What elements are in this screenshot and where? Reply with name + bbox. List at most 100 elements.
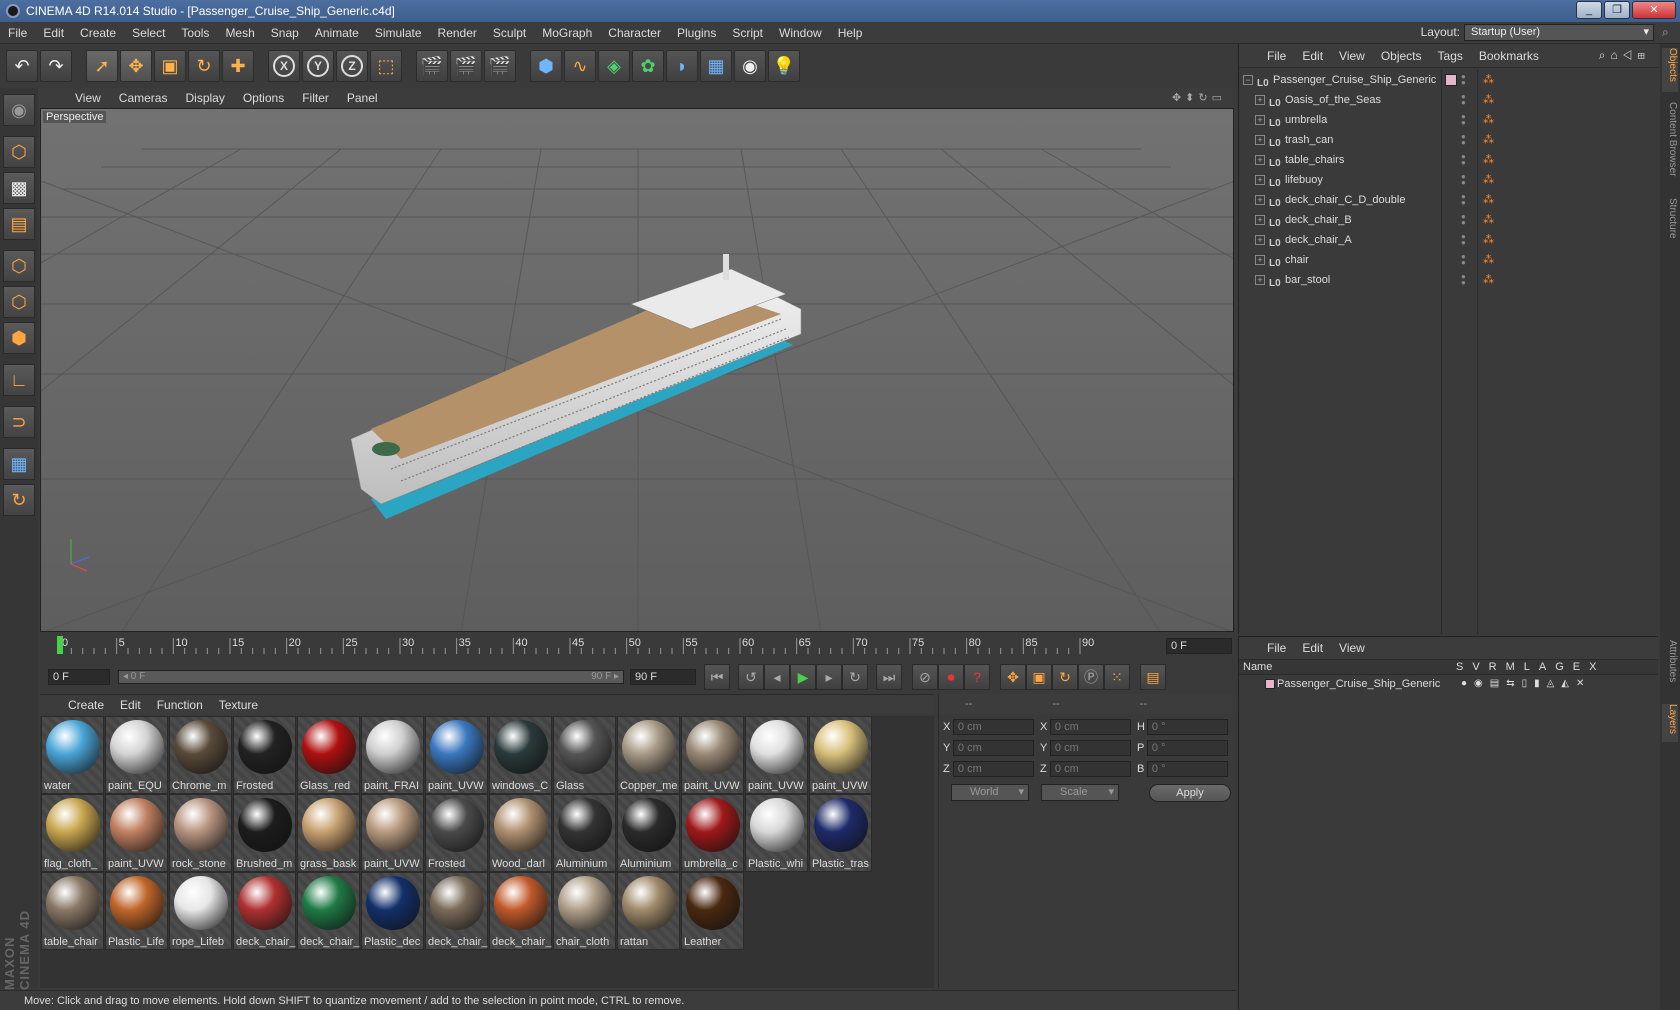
viewport-menu-cameras[interactable]: Cameras — [110, 91, 177, 105]
goto-next-key-button[interactable]: ↻ — [842, 664, 868, 690]
visibility-dots-icon[interactable]: ● ● — [1461, 213, 1466, 227]
menu-plugins[interactable]: Plugins — [669, 26, 724, 40]
render-picture-viewer-button[interactable]: 🎬 — [450, 50, 482, 82]
visibility-dots-icon[interactable]: ● ● — [1461, 93, 1466, 107]
expand-icon[interactable]: + — [1255, 155, 1265, 165]
menu-script[interactable]: Script — [724, 26, 771, 40]
material-swatch[interactable]: umbrella_c — [681, 794, 744, 872]
object-row[interactable]: + L0 deck_chair_C_D_double ● ● ⁂ — [1239, 190, 1659, 210]
texture-tag-icon[interactable]: ⁂ — [1483, 234, 1495, 246]
layers-menu-file[interactable]: File — [1259, 641, 1294, 655]
tab-objects[interactable]: Objects — [1662, 48, 1678, 92]
key-position-button[interactable]: ✥ — [1000, 664, 1026, 690]
objects-menu-objects[interactable]: Objects — [1373, 49, 1430, 63]
menu-mesh[interactable]: Mesh — [217, 26, 262, 40]
make-editable-button[interactable]: ◉ — [3, 94, 35, 126]
viewport-nav-icons[interactable]: ✥⬍↻▭ — [1172, 91, 1226, 104]
coordinate-field[interactable]: 0 ° — [1146, 740, 1228, 756]
live-selection-button[interactable]: ➚ — [86, 50, 118, 82]
play-button[interactable]: ▶ — [790, 664, 816, 690]
goto-prev-key-button[interactable]: ↺ — [738, 664, 764, 690]
current-frame-field[interactable]: 0 F — [1166, 638, 1232, 654]
object-row[interactable]: + L0 Oasis_of_the_Seas ● ● ⁂ — [1239, 90, 1659, 110]
object-row[interactable]: + L0 bar_stool ● ● ⁂ — [1239, 270, 1659, 290]
object-row[interactable]: + L0 chair ● ● ⁂ — [1239, 250, 1659, 270]
texture-tag-icon[interactable]: ⁂ — [1483, 274, 1495, 286]
add-deformer-button[interactable]: ◗ — [666, 50, 698, 82]
menu-render[interactable]: Render — [430, 26, 485, 40]
menu-file[interactable]: File — [0, 26, 35, 40]
object-row[interactable]: + L0 deck_chair_B ● ● ⁂ — [1239, 210, 1659, 230]
layer-flag-icons[interactable]: ●◉▤⇆▯▮◬◭✕ — [1461, 675, 1591, 693]
texture-tag-icon[interactable]: ⁂ — [1483, 194, 1495, 206]
expand-icon[interactable]: + — [1255, 195, 1265, 205]
material-swatch[interactable]: paint_UVW — [681, 716, 744, 794]
material-swatch[interactable]: paint_UVW — [105, 794, 168, 872]
tab-content-browser[interactable]: Content Browser — [1662, 102, 1678, 192]
material-swatch[interactable]: paint_UVW — [809, 716, 872, 794]
key-scale-button[interactable]: ▣ — [1026, 664, 1052, 690]
viewport-menu-options[interactable]: Options — [234, 91, 293, 105]
coordinate-field[interactable]: 0 ° — [1146, 719, 1228, 735]
layers-menu-edit[interactable]: Edit — [1294, 641, 1331, 655]
material-swatch[interactable]: Aluminium — [617, 794, 680, 872]
add-array-button[interactable]: ✿ — [632, 50, 664, 82]
expand-icon[interactable]: + — [1255, 255, 1265, 265]
material-swatch[interactable]: chair_cloth — [553, 872, 616, 950]
recent-tool-button[interactable]: ✚ — [222, 50, 254, 82]
material-swatch[interactable]: Leather — [681, 872, 744, 950]
layer-color-swatch[interactable] — [1445, 74, 1457, 86]
add-camera-button[interactable]: ◉ — [734, 50, 766, 82]
viewport-menu-filter[interactable]: Filter — [293, 91, 338, 105]
tab-layers[interactable]: Layers — [1662, 704, 1678, 742]
viewport-menu-panel[interactable]: Panel — [338, 91, 387, 105]
add-light-button[interactable]: 💡 — [768, 50, 800, 82]
texture-mode-button[interactable]: ▩ — [3, 172, 35, 204]
polygons-mode-button[interactable]: ⬢ — [3, 322, 35, 354]
add-floor-button[interactable]: ▦ — [700, 50, 732, 82]
end-frame-field[interactable]: 90 F — [630, 669, 696, 685]
close-button[interactable]: ✕ — [1632, 1, 1676, 19]
apply-button[interactable]: Apply — [1149, 784, 1231, 802]
material-menu-create[interactable]: Create — [60, 698, 112, 712]
visibility-dots-icon[interactable]: ● ● — [1461, 133, 1466, 147]
material-menu-function[interactable]: Function — [149, 698, 211, 712]
rotate-tool-button[interactable]: ↻ — [188, 50, 220, 82]
texture-tag-icon[interactable]: ⁂ — [1483, 134, 1495, 146]
workplane-mode-button[interactable]: ▤ — [3, 208, 35, 240]
material-swatch[interactable]: windows_C — [489, 716, 552, 794]
menu-edit[interactable]: Edit — [35, 26, 72, 40]
coordinate-field[interactable]: 0 cm — [952, 761, 1034, 777]
coordinate-field[interactable]: 0 cm — [1049, 740, 1131, 756]
layers-menu-view[interactable]: View — [1331, 641, 1373, 655]
material-swatch[interactable]: flag_cloth_ — [41, 794, 104, 872]
step-forward-button[interactable]: ▸ — [816, 664, 842, 690]
search-icon[interactable]: ⌕ — [1662, 25, 1676, 39]
goto-start-button[interactable]: ⏮ — [704, 664, 730, 690]
objects-menu-edit[interactable]: Edit — [1294, 49, 1331, 63]
redo-button[interactable]: ↷ — [40, 50, 72, 82]
material-swatch[interactable]: deck_chair_ — [297, 872, 360, 950]
key-rotation-button[interactable]: ↻ — [1052, 664, 1078, 690]
visibility-dots-icon[interactable]: ● ● — [1461, 153, 1466, 167]
coordinate-field[interactable]: 0 cm — [952, 719, 1034, 735]
material-swatch[interactable]: deck_chair_ — [233, 872, 296, 950]
render-settings-button[interactable]: 🎬 — [484, 50, 516, 82]
menu-create[interactable]: Create — [72, 26, 124, 40]
start-frame-field[interactable]: 0 F — [48, 669, 110, 685]
material-swatch[interactable]: Plastic_dec — [361, 872, 424, 950]
workplane-sync-button[interactable]: ↻ — [3, 484, 35, 516]
scale-tool-button[interactable]: ▣ — [154, 50, 186, 82]
viewport-menu-display[interactable]: Display — [176, 91, 233, 105]
objects-menu-tags[interactable]: Tags — [1430, 49, 1471, 63]
layout-dropdown[interactable]: Startup (User) ▾ — [1464, 24, 1654, 41]
menu-window[interactable]: Window — [771, 26, 830, 40]
material-swatch[interactable]: Aluminium — [553, 794, 616, 872]
material-swatch[interactable]: rope_Lifeb — [169, 872, 232, 950]
edges-mode-button[interactable]: ⬡ — [3, 286, 35, 318]
menu-tools[interactable]: Tools — [173, 26, 217, 40]
material-swatch[interactable]: paint_UVW — [745, 716, 808, 794]
object-row[interactable]: + L0 lifebuoy ● ● ⁂ — [1239, 170, 1659, 190]
texture-tag-icon[interactable]: ⁂ — [1483, 114, 1495, 126]
material-swatch[interactable]: rock_stone — [169, 794, 232, 872]
